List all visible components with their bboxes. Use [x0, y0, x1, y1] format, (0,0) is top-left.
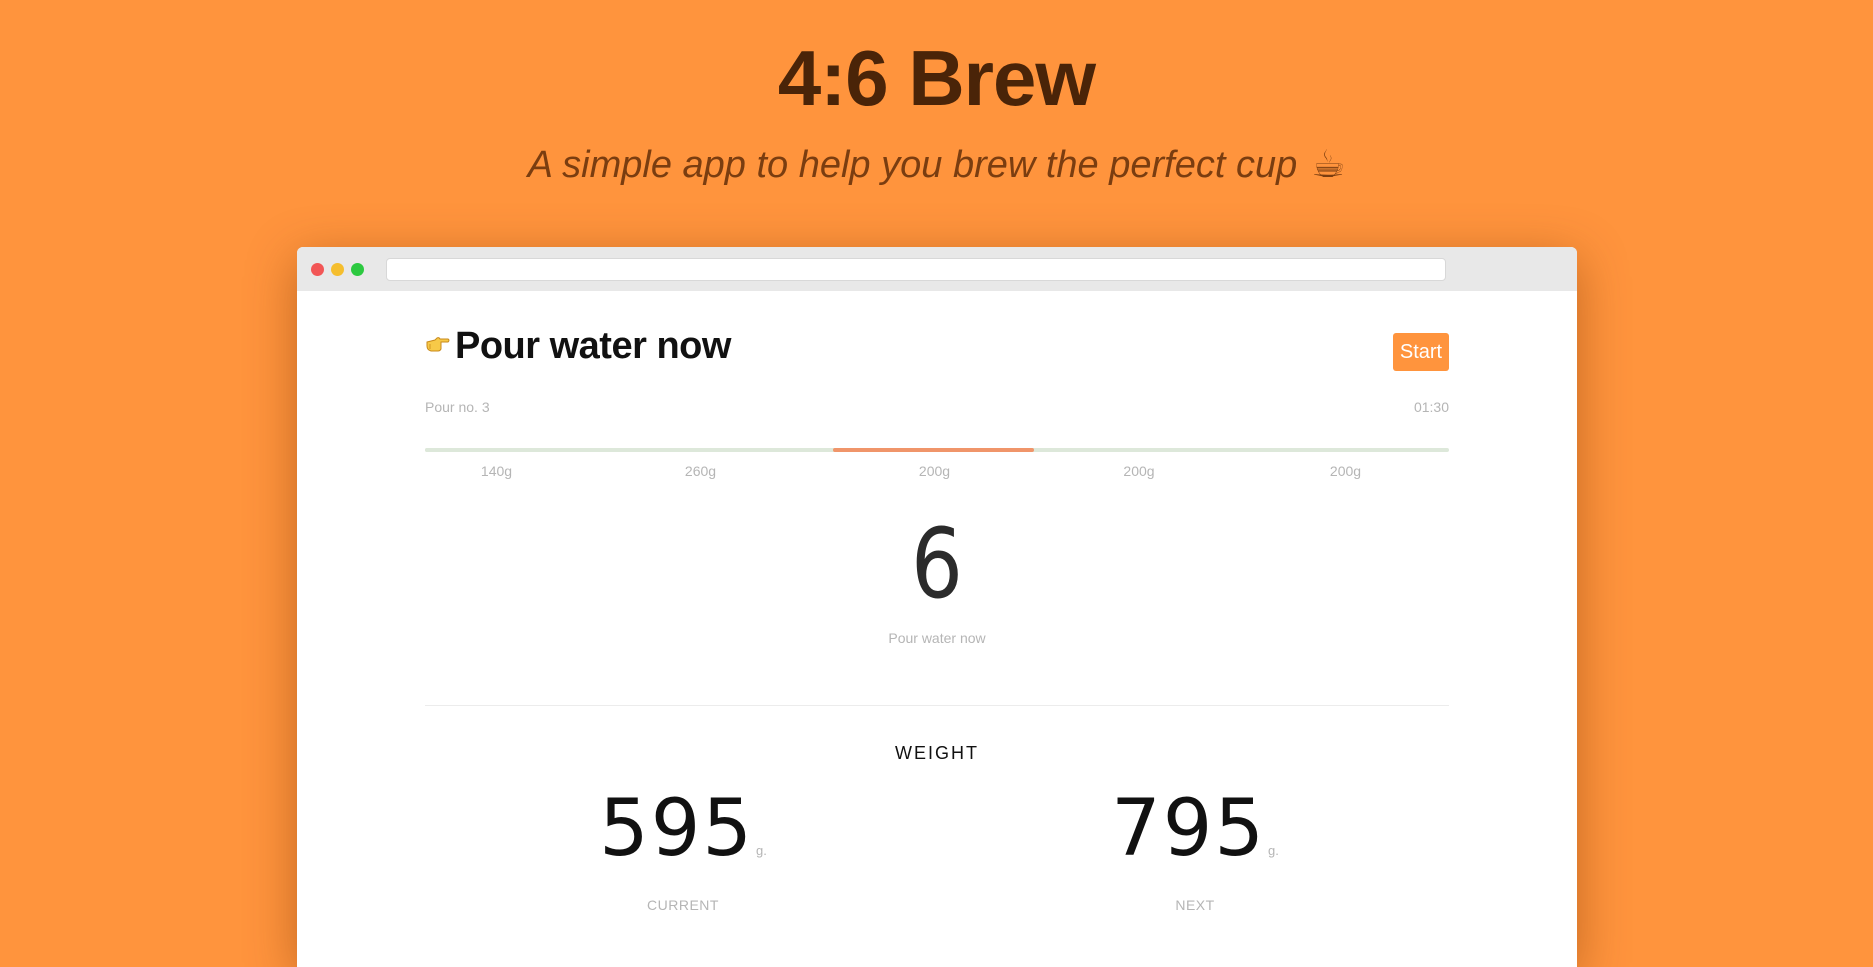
- current-weight: 595 g. CURRENT: [533, 779, 833, 913]
- browser-toolbar: [297, 247, 1577, 291]
- pour-segment-5: [1242, 448, 1447, 452]
- weight-heading: WEIGHT: [895, 743, 979, 763]
- maximize-window-button[interactable]: [351, 263, 364, 276]
- hero-subtitle: A simple app to help you brew the perfec…: [0, 140, 1873, 190]
- page-heading: Pour water now: [455, 325, 731, 367]
- countdown-value: 6: [911, 508, 963, 620]
- pour-segment-label-1: 140g: [480, 463, 513, 479]
- hero-title: 4:6 Brew: [777, 34, 1096, 122]
- pour-segment-3: [833, 448, 1034, 452]
- countdown-caption: Pour water now: [888, 630, 986, 646]
- pour-segment-label-5: 200g: [1329, 463, 1362, 479]
- next-weight: 795 g. NEXT: [1045, 779, 1345, 913]
- address-bar[interactable]: [386, 258, 1446, 281]
- pour-number-label: Pour no. 3: [425, 399, 490, 415]
- pour-segment-labels: 140g 260g 200g 200g 200g: [425, 463, 1449, 483]
- pour-segment-2: [568, 448, 831, 452]
- next-weight-value: 795: [1111, 784, 1267, 874]
- current-weight-unit: g.: [756, 843, 767, 858]
- pour-segment-label-3: 200g: [918, 463, 951, 479]
- pour-segment-label-2: 260g: [684, 463, 717, 479]
- heading-row: Pour water now: [425, 321, 1449, 371]
- start-button[interactable]: Start: [1393, 333, 1449, 371]
- pour-segment-label-4: 200g: [1123, 463, 1155, 479]
- pour-progress-track: [425, 448, 1449, 452]
- coffee-cup-icon: ☕: [1311, 144, 1346, 186]
- timer: 01:30: [1413, 399, 1449, 415]
- close-window-button[interactable]: [311, 263, 324, 276]
- current-weight-value: 595: [599, 784, 755, 874]
- current-weight-caption: CURRENT: [647, 897, 719, 913]
- pointing-hand-icon: [426, 337, 450, 352]
- next-weight-unit: g.: [1268, 843, 1279, 858]
- pour-segment-4: [1036, 448, 1240, 452]
- hero-subtitle-text: A simple app to help you brew the perfec…: [527, 144, 1298, 186]
- minimize-window-button[interactable]: [331, 263, 344, 276]
- pour-segment-1: [425, 448, 566, 452]
- browser-window: Pour water now Start Pour no. 3 01:30 14…: [297, 247, 1577, 967]
- next-weight-caption: NEXT: [1175, 897, 1215, 913]
- divider: [425, 705, 1449, 706]
